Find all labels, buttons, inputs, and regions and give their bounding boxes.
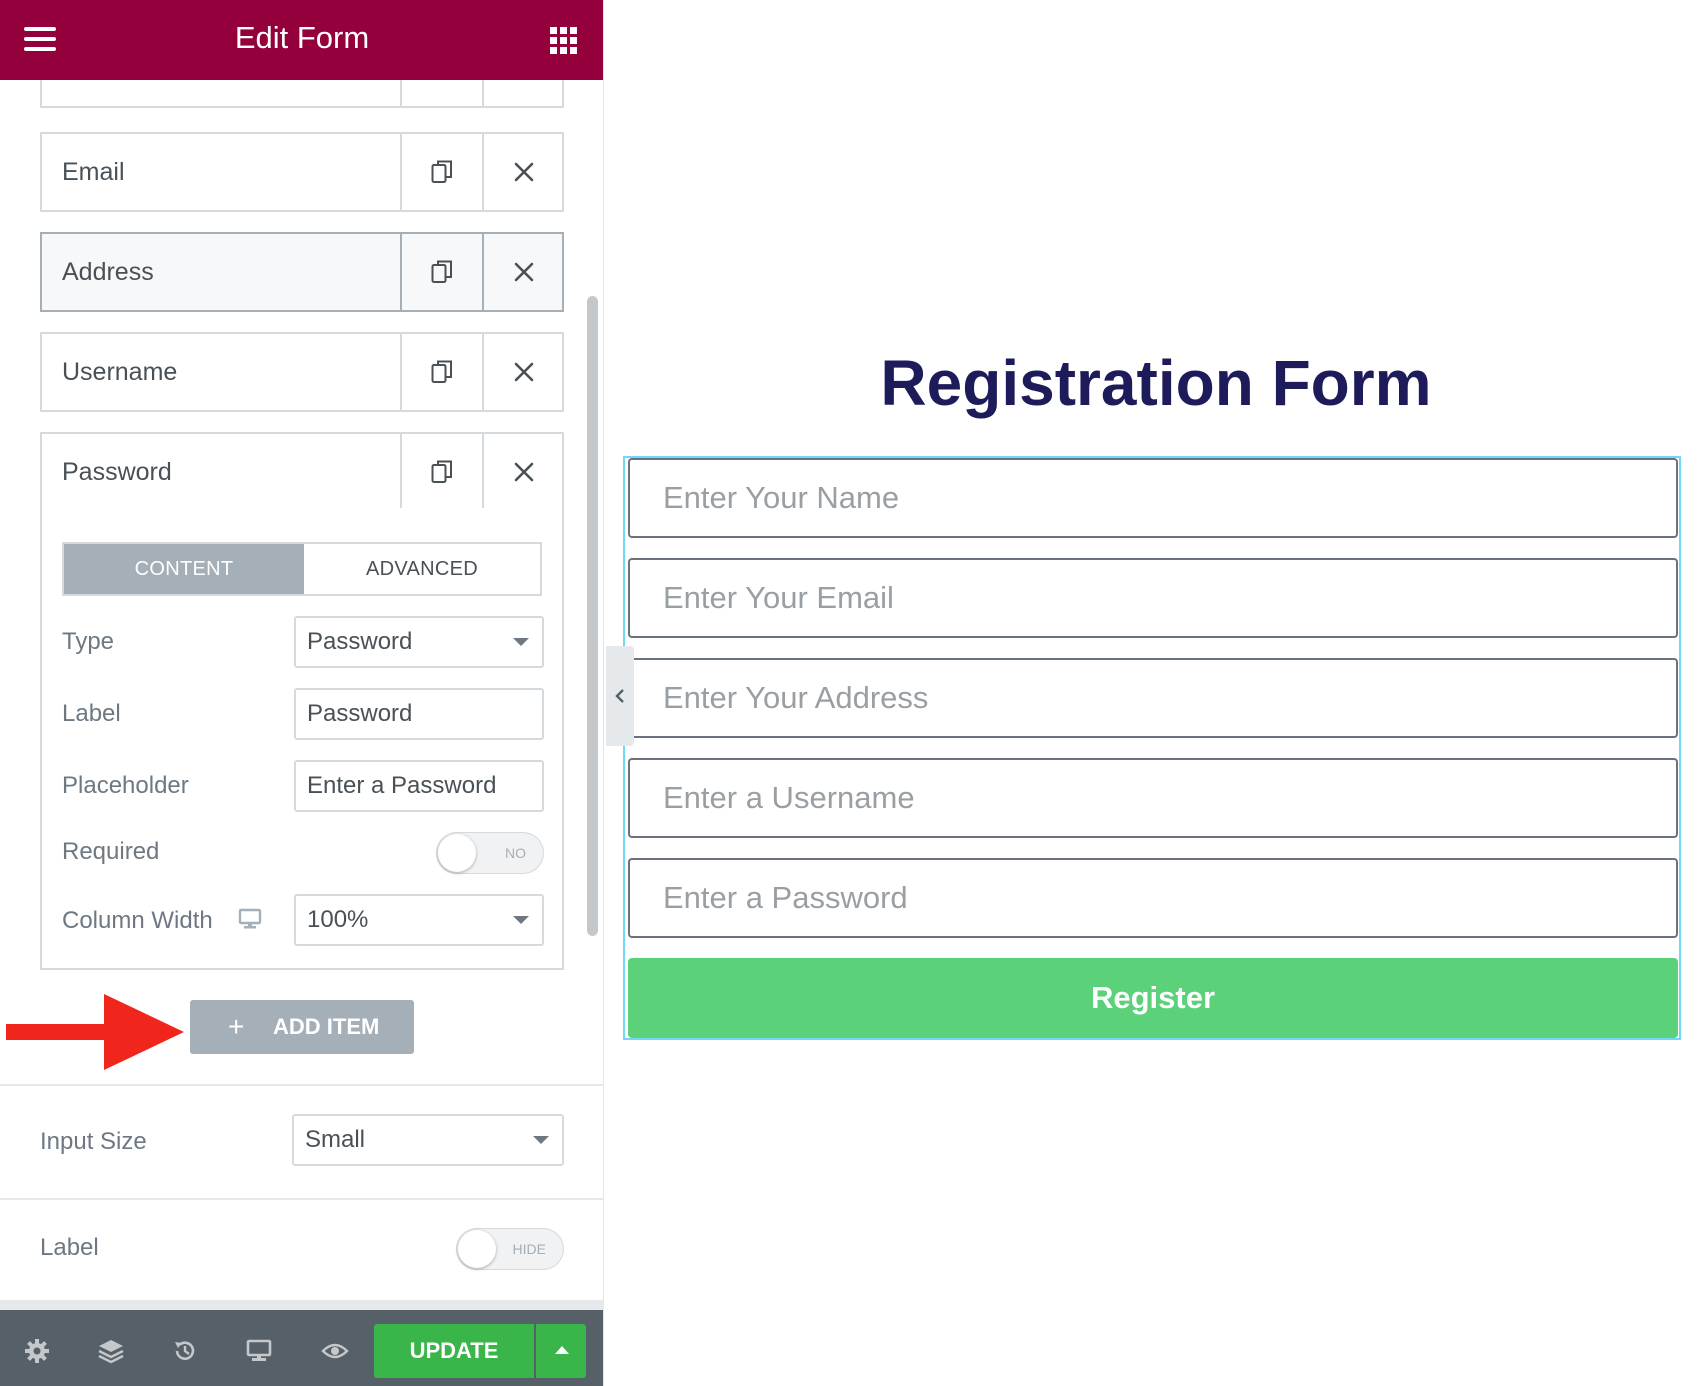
required-toggle[interactable]: NO xyxy=(436,832,544,874)
settings-tabs: CONTENT ADVANCED xyxy=(62,542,542,596)
panel-header: Edit Form xyxy=(0,0,603,80)
type-value: Password xyxy=(307,628,413,655)
update-button[interactable]: UPDATE xyxy=(374,1324,534,1378)
copy-icon xyxy=(431,260,452,283)
gear-icon[interactable] xyxy=(22,1336,52,1366)
layers-icon[interactable] xyxy=(96,1336,126,1366)
username-input[interactable]: Enter a Username xyxy=(628,758,1678,838)
type-select[interactable]: Password xyxy=(294,616,544,668)
repeater-row-email[interactable]: Email xyxy=(40,132,564,212)
tab-content[interactable]: CONTENT xyxy=(64,544,304,594)
label-toggle[interactable]: HIDE xyxy=(456,1228,564,1270)
divider xyxy=(0,1198,603,1200)
plus-icon: + xyxy=(228,1011,245,1042)
field-label: Username xyxy=(62,358,178,386)
field-settings: CONTENT ADVANCED Type Password Label Pas… xyxy=(40,508,564,970)
duplicate-button[interactable] xyxy=(400,334,482,410)
close-icon xyxy=(514,362,534,382)
delete-button[interactable] xyxy=(482,334,564,410)
placeholder-input[interactable]: Enter a Password xyxy=(294,760,544,812)
column-width-value: 100% xyxy=(307,906,369,933)
delete-button[interactable] xyxy=(482,134,564,210)
input-size-select[interactable]: Small xyxy=(292,1114,564,1166)
add-item-label: ADD ITEM xyxy=(273,1014,380,1039)
field-label: Email xyxy=(62,158,125,186)
preview-canvas: Registration Form Enter Your Name Enter … xyxy=(606,0,1706,1386)
caret-up-icon xyxy=(555,1346,569,1354)
collapse-panel-handle[interactable] xyxy=(606,646,634,746)
delete-button[interactable] xyxy=(482,234,564,310)
update-options-button[interactable] xyxy=(536,1324,586,1378)
panel-scrollbar[interactable] xyxy=(587,296,598,936)
register-button[interactable]: Register xyxy=(628,958,1678,1038)
desktop-icon[interactable] xyxy=(238,908,262,935)
repeater-row-username[interactable]: Username xyxy=(40,332,564,412)
add-item-button[interactable]: + ADD ITEM xyxy=(190,1000,414,1054)
label-input[interactable]: Password xyxy=(294,688,544,740)
repeater-row-address[interactable]: Address xyxy=(40,232,564,312)
panel-title: Edit Form xyxy=(234,20,370,55)
copy-icon xyxy=(431,160,452,183)
toggle-text: HIDE xyxy=(512,1241,546,1257)
caret-down-icon xyxy=(513,638,529,646)
toggle-knob xyxy=(438,834,476,872)
form-heading: Registration Form xyxy=(880,347,1432,419)
column-width-select[interactable]: 100% xyxy=(294,894,544,946)
editor-panel: Email Address Username Password CONTENT … xyxy=(0,0,604,1386)
label-switch-label: Label xyxy=(40,1234,99,1261)
eye-icon[interactable] xyxy=(320,1336,350,1366)
copy-icon xyxy=(431,360,452,383)
panel-footer: UPDATE xyxy=(0,1300,603,1386)
duplicate-button[interactable] xyxy=(400,234,482,310)
duplicate-button[interactable] xyxy=(400,134,482,210)
column-width-label: Column Width xyxy=(62,907,213,934)
duplicate-button[interactable] xyxy=(400,434,482,510)
field-label: Address xyxy=(62,258,154,286)
delete-button[interactable] xyxy=(482,434,564,510)
caret-down-icon xyxy=(513,916,529,924)
tab-advanced[interactable]: ADVANCED xyxy=(304,544,540,594)
close-icon xyxy=(514,162,534,182)
toggle-knob xyxy=(458,1230,496,1268)
copy-icon xyxy=(431,460,452,483)
widgets-grid-icon[interactable] xyxy=(550,27,577,54)
name-input[interactable]: Enter Your Name xyxy=(628,458,1678,538)
address-input[interactable]: Enter Your Address xyxy=(628,658,1678,738)
type-label: Type xyxy=(62,628,115,655)
close-icon xyxy=(514,262,534,282)
field-label: Password xyxy=(62,458,172,486)
label-label: Label xyxy=(62,700,121,727)
caret-down-icon xyxy=(533,1136,549,1144)
responsive-icon[interactable] xyxy=(244,1336,274,1366)
password-input[interactable]: Enter a Password xyxy=(628,858,1678,938)
input-size-value: Small xyxy=(305,1126,366,1153)
toggle-text: NO xyxy=(505,845,526,861)
chevron-left-icon xyxy=(615,689,624,703)
input-size-label: Input Size xyxy=(40,1128,147,1155)
annotation-arrow xyxy=(6,994,184,1070)
history-icon[interactable] xyxy=(170,1336,200,1366)
repeater-row-password[interactable]: Password xyxy=(40,432,564,512)
registration-form[interactable]: Enter Your Name Enter Your Email Enter Y… xyxy=(623,456,1681,1040)
required-label: Required xyxy=(62,838,160,865)
divider xyxy=(0,1084,603,1086)
close-icon xyxy=(514,462,534,482)
placeholder-label: Placeholder xyxy=(62,772,189,799)
email-input[interactable]: Enter Your Email xyxy=(628,558,1678,638)
